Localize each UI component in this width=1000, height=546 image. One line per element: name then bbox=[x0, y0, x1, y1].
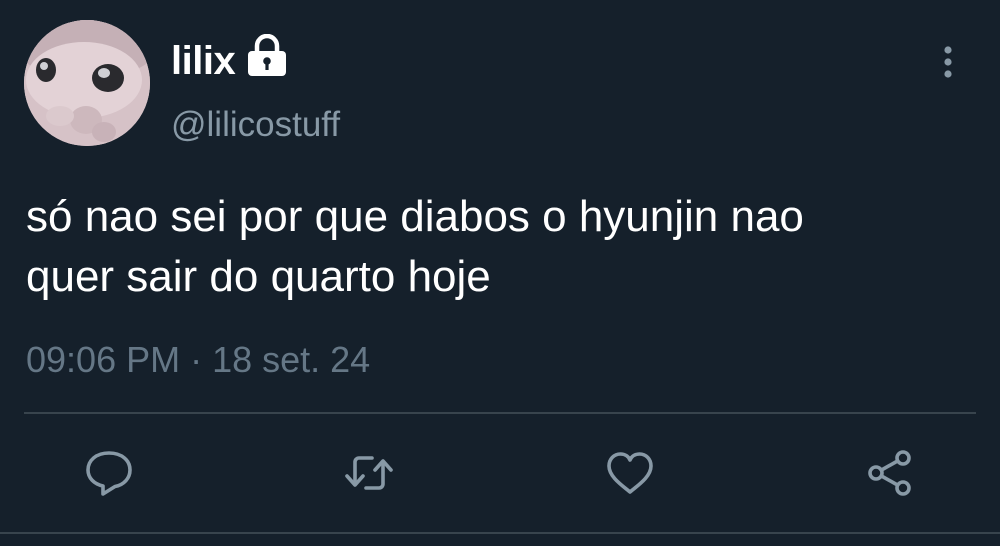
reply-button[interactable] bbox=[82, 446, 136, 500]
user-handle[interactable]: @lilicostuff bbox=[171, 104, 340, 146]
share-icon bbox=[868, 450, 911, 496]
tweet-text: só nao sei por que diabos o hyunjin nao … bbox=[26, 192, 804, 301]
tweet-card: lilix @lilicostuff só nao sei por que di… bbox=[0, 0, 1000, 546]
display-name[interactable]: lilix bbox=[171, 38, 236, 84]
divider bbox=[24, 412, 976, 414]
retweet-button[interactable] bbox=[342, 446, 396, 500]
lock-icon bbox=[244, 33, 290, 78]
avatar-image bbox=[24, 20, 150, 146]
reply-icon bbox=[86, 451, 132, 496]
tweet-timestamp[interactable]: 09:06 PM · 18 set. 24 bbox=[26, 337, 370, 383]
avatar[interactable] bbox=[24, 20, 150, 146]
bottom-divider bbox=[0, 532, 1000, 534]
heart-icon bbox=[607, 452, 653, 494]
more-vertical-icon[interactable] bbox=[934, 44, 962, 80]
share-button[interactable] bbox=[863, 446, 917, 500]
like-button[interactable] bbox=[603, 446, 657, 500]
retweet-icon bbox=[345, 456, 393, 490]
